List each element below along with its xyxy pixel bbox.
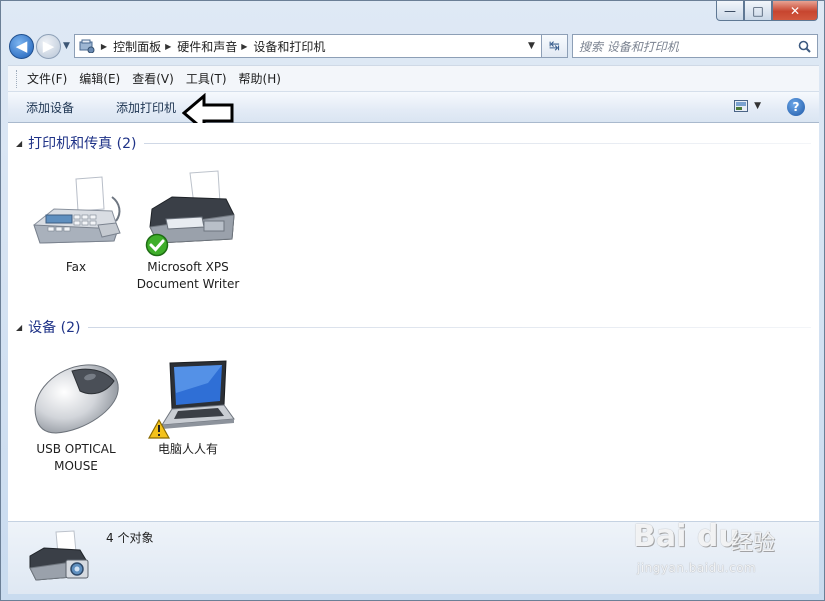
status-object-count: 4 个对象 bbox=[106, 531, 154, 545]
menu-view[interactable]: 查看(V) bbox=[132, 70, 174, 87]
group-devices[interactable]: ◢ 设备 (2) bbox=[16, 317, 811, 337]
device-label: USB OPTICAL MOUSE bbox=[36, 442, 116, 473]
menu-bar: 文件(F) 编辑(E) 查看(V) 工具(T) 帮助(H) bbox=[8, 65, 819, 91]
forward-button[interactable]: ▶ bbox=[36, 33, 61, 59]
device-label: Fax bbox=[65, 260, 87, 274]
menu-help[interactable]: 帮助(H) bbox=[239, 70, 281, 87]
recent-pages-dropdown-icon[interactable]: ▼ bbox=[63, 41, 70, 51]
refresh-icon: ↹ bbox=[548, 38, 560, 54]
refresh-button[interactable]: ↹ bbox=[541, 34, 568, 58]
control-panel-icon bbox=[79, 39, 97, 53]
command-bar: 添加设备 添加打印机 ▼ ? bbox=[8, 91, 819, 133]
view-icon bbox=[734, 100, 749, 112]
add-device-button[interactable]: 添加设备 bbox=[20, 96, 80, 119]
breadcrumb-control-panel[interactable]: 控制面板 bbox=[113, 38, 161, 55]
device-usb-mouse[interactable]: USB OPTICAL MOUSE bbox=[21, 349, 131, 475]
breadcrumb-hardware-sound[interactable]: 硬件和声音 bbox=[177, 38, 237, 55]
back-button[interactable]: ◀ bbox=[9, 33, 34, 59]
group-divider bbox=[88, 326, 811, 328]
device-computer[interactable]: 电脑人人有 bbox=[133, 349, 243, 458]
explorer-window: — □ ✕ ◀ ▶ ▼ ▶ 控制面板 ▶ 硬件和声音 ▶ 设备和打印机 ▼ ↹ … bbox=[0, 0, 825, 601]
search-input[interactable]: 搜索 设备和打印机 bbox=[579, 38, 798, 55]
baidu-jingyan-watermark: Bai du 经验 jingyan.baidu.com bbox=[633, 513, 803, 583]
collapse-triangle-icon[interactable]: ◢ bbox=[16, 139, 22, 148]
forward-arrow-icon: ▶ bbox=[42, 37, 55, 55]
devices-content-area: ◢ 打印机和传真 (2) Fax Microsoft XPS Document … bbox=[8, 123, 819, 521]
change-view-button[interactable]: ▼ bbox=[734, 100, 761, 112]
fax-icon bbox=[33, 176, 121, 244]
menu-file[interactable]: 文件(F) bbox=[27, 70, 67, 87]
address-row: ◀ ▶ ▼ ▶ 控制面板 ▶ 硬件和声音 ▶ 设备和打印机 ▼ ↹ 搜索 设备和… bbox=[9, 33, 819, 59]
menu-grip bbox=[16, 69, 19, 88]
device-xps-writer[interactable]: Microsoft XPS Document Writer bbox=[133, 167, 243, 293]
maximize-button[interactable]: □ bbox=[744, 1, 772, 21]
search-icon[interactable] bbox=[798, 40, 811, 53]
devices-printers-icon bbox=[29, 530, 89, 581]
device-label: 电脑人人有 bbox=[157, 442, 218, 456]
breadcrumb-devices-printers[interactable]: 设备和打印机 bbox=[253, 38, 325, 55]
search-box[interactable]: 搜索 设备和打印机 bbox=[571, 34, 818, 58]
address-bar[interactable]: ▶ 控制面板 ▶ 硬件和声音 ▶ 设备和打印机 ▼ bbox=[73, 34, 542, 58]
address-history-dropdown-icon[interactable]: ▼ bbox=[522, 41, 541, 51]
caption-buttons: — □ ✕ bbox=[716, 1, 818, 21]
mouse-icon bbox=[34, 364, 119, 434]
watermark-brand: Bai du bbox=[633, 519, 740, 554]
device-label: Microsoft XPS Document Writer bbox=[136, 260, 240, 291]
minimize-button[interactable]: — bbox=[716, 1, 744, 21]
collapse-triangle-icon[interactable]: ◢ bbox=[16, 323, 22, 332]
add-printer-button[interactable]: 添加打印机 bbox=[110, 96, 182, 119]
group-title: 打印机和传真 (2) bbox=[28, 136, 137, 152]
group-divider bbox=[144, 142, 811, 144]
menu-edit[interactable]: 编辑(E) bbox=[79, 70, 120, 87]
default-check-badge-icon bbox=[145, 233, 169, 257]
watermark-url: jingyan.baidu.com bbox=[637, 561, 757, 575]
group-printers-fax[interactable]: ◢ 打印机和传真 (2) bbox=[16, 133, 811, 153]
breadcrumb-separator-icon[interactable]: ▶ bbox=[101, 42, 107, 51]
breadcrumb-separator-icon[interactable]: ▶ bbox=[165, 42, 171, 51]
watermark-cn: 经验 bbox=[731, 531, 776, 556]
group-title: 设备 (2) bbox=[28, 320, 81, 336]
device-fax[interactable]: Fax bbox=[21, 167, 131, 276]
warning-badge-icon bbox=[148, 419, 170, 439]
help-button[interactable]: ? bbox=[787, 98, 805, 116]
view-dropdown-icon[interactable]: ▼ bbox=[754, 101, 761, 111]
close-button[interactable]: ✕ bbox=[772, 1, 818, 21]
breadcrumb-separator-icon[interactable]: ▶ bbox=[241, 42, 247, 51]
menu-tools[interactable]: 工具(T) bbox=[186, 70, 227, 87]
back-arrow-icon: ◀ bbox=[15, 37, 28, 55]
